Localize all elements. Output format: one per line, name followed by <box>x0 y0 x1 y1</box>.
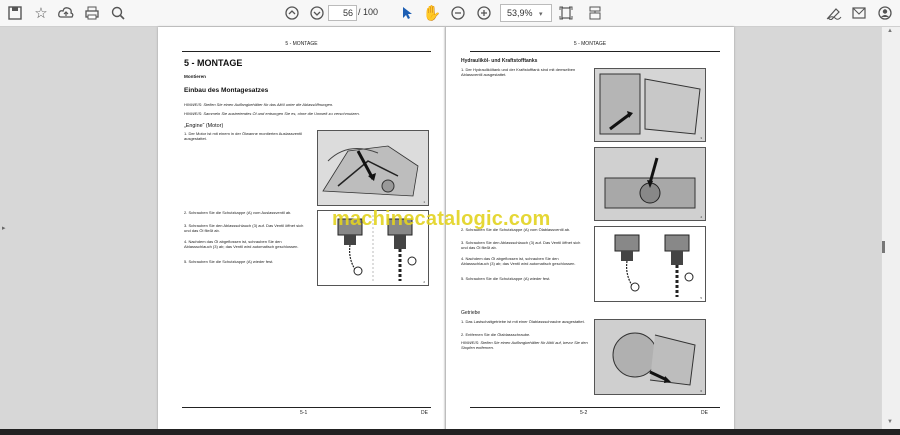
fit-page-icon[interactable] <box>556 3 576 23</box>
tank-figure-1: 3 <box>594 68 706 142</box>
step-4: 4. Nachdem das Öl abgeflossen ist, schra… <box>461 256 576 267</box>
current-page-input[interactable]: 56 <box>328 5 357 21</box>
chevron-down-icon: ▾ <box>539 11 543 18</box>
gear-step-1: 1. Das Lastschaltgetriebe ist mit einer … <box>461 319 585 324</box>
step-2: 2. Schrauben Sie die Schutzkappe (A) vom… <box>184 210 292 215</box>
step-3: 3. Schrauben Sie den Ablassschlauch (3) … <box>461 240 581 251</box>
step-4: 4. Nachdem das Öl abgeflossen ist, schra… <box>184 239 299 250</box>
scrollbar-thumb[interactable] <box>882 241 885 253</box>
page-up-icon[interactable] <box>282 3 302 23</box>
viewer-toolbar: ☆ 56 / 100 ✋ 53,9% ▾ <box>0 0 900 27</box>
footer-rule <box>470 407 720 408</box>
zoom-out-icon[interactable] <box>448 3 468 23</box>
hand-tool-icon[interactable]: ✋ <box>422 3 442 23</box>
step-1: 1. Der Motor ist mit einem in der Ölwann… <box>184 131 303 142</box>
zoom-search-icon[interactable] <box>108 3 128 23</box>
figure-label: 1 <box>423 200 425 204</box>
sign-icon[interactable] <box>824 3 844 23</box>
select-cursor-icon[interactable] <box>397 3 417 23</box>
engine-figure: 1 <box>317 130 429 206</box>
header-rule <box>470 51 720 52</box>
engine-heading: „Engine“ (Motor) <box>184 123 224 129</box>
account-icon[interactable] <box>875 3 895 23</box>
footer-rule <box>182 407 431 408</box>
page-down-icon[interactable] <box>307 3 327 23</box>
save-icon[interactable] <box>5 3 25 23</box>
gear-note: HINWEIS: Stellen Sie einen Auffangbehält… <box>461 340 588 351</box>
print-icon[interactable] <box>82 3 102 23</box>
section-title: Einbau des Montagesatzes <box>184 87 269 94</box>
gearbox-heading: Getriebe <box>461 310 481 316</box>
step-5: 5. Schrauben Sie die Schutzkappe (A) wie… <box>184 259 274 264</box>
header-rule <box>182 51 431 52</box>
zoom-level-select[interactable]: 53,9% ▾ <box>500 4 552 22</box>
tank-figure-2: 4 <box>594 147 706 221</box>
page-number: 5-1 <box>300 410 308 416</box>
watermark-text: machinecatalogic.com <box>332 208 551 230</box>
zoom-in-icon[interactable] <box>474 3 494 23</box>
language-code: DE <box>421 410 428 416</box>
step-3: 3. Schrauben Sie den Ablassschlauch (3) … <box>184 223 304 234</box>
gear-step-2: 2. Entfernen Sie die Ölablassschraube. <box>461 332 531 337</box>
step-5: 5. Schrauben Sie die Schutzkappe (A) wie… <box>461 276 551 281</box>
figure-label: 6 <box>700 389 702 393</box>
section-title: Hydrauliköl- und Kraftstofftanks <box>461 58 538 64</box>
page-count: / 100 <box>358 7 379 17</box>
page-header: 5 - MONTAGE <box>285 41 318 47</box>
scroll-up-icon[interactable]: ▲ <box>887 28 893 34</box>
language-code: DE <box>701 410 708 416</box>
page-number: 5-2 <box>580 410 588 416</box>
figure-label: 3 <box>700 136 702 140</box>
bookmark-star-icon[interactable]: ☆ <box>31 3 51 23</box>
tank-drain-figure: 5 <box>594 226 706 302</box>
chapter-subtitle: Montieren <box>184 74 206 79</box>
scroll-down-icon[interactable]: ▼ <box>887 419 893 425</box>
step-1: 1. Der Hydrauliköltank und der Kraftstof… <box>461 67 576 78</box>
figure-label: 4 <box>700 215 702 219</box>
chapter-title: 5 - MONTAGE <box>184 58 243 68</box>
left-panel-toggle-icon[interactable]: ▸ <box>2 224 6 232</box>
note-2: HINWEIS: Sammeln Sie austretendes Öl und… <box>184 111 360 116</box>
vertical-scrollbar[interactable]: ▲ ▼ <box>881 27 900 429</box>
gearbox-figure: 6 <box>594 319 706 395</box>
figure-label: 5 <box>700 296 702 300</box>
upload-icon[interactable] <box>56 3 76 23</box>
note-1: HINWEIS: Stellen Sie einen Auffangbehält… <box>184 102 334 107</box>
figure-label: 2 <box>423 280 425 284</box>
page-header: 5 - MONTAGE <box>573 41 607 47</box>
taskbar-strip <box>0 429 900 435</box>
mail-icon[interactable] <box>849 3 869 23</box>
scroll-mode-icon[interactable] <box>585 3 605 23</box>
